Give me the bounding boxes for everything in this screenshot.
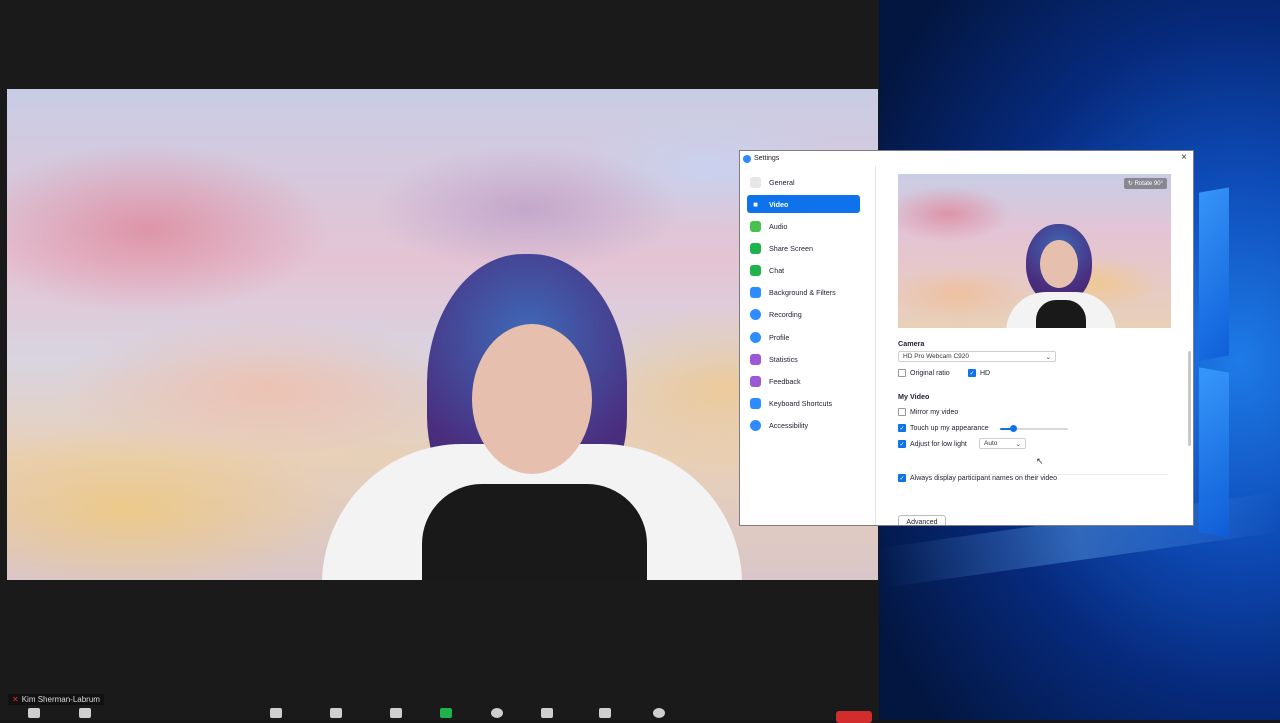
sidebar-item-label: Statistics (769, 354, 798, 364)
original-ratio-option[interactable]: Original ratio (898, 369, 950, 377)
touch-up-slider[interactable] (1000, 425, 1068, 432)
chat-icon[interactable] (390, 708, 402, 718)
sidebar-item-label: Background & Filters (769, 287, 836, 297)
sidebar-item-accessibility[interactable]: Accessibility (747, 416, 860, 434)
touch-up-label: Touch up my appearance (910, 424, 989, 432)
end-meeting-button[interactable] (836, 711, 872, 723)
participants-icon[interactable] (330, 708, 342, 718)
headphones-icon (750, 220, 761, 232)
sidebar-item-chat[interactable]: Chat (747, 261, 860, 279)
rotate-icon: ↻ (1127, 181, 1135, 187)
mouse-cursor-icon: ↖ (1036, 456, 1044, 466)
bar-stats-icon (750, 353, 761, 365)
my-video-heading: My Video (898, 392, 930, 401)
sidebar-item-statistics[interactable]: Statistics (747, 350, 860, 368)
reactions-icon[interactable] (653, 708, 665, 718)
sidebar-item-feedback[interactable]: Feedback (747, 372, 860, 390)
sidebar-item-label: Feedback (769, 376, 801, 386)
security-shield-icon[interactable] (270, 708, 282, 718)
sidebar-item-label: General (769, 177, 795, 187)
settings-sidebar: General ■ Video Audio Share Screen Chat … (740, 166, 876, 525)
video-settings-panel: ↻ Rotate 90° Camera HD Pro Webcam C920 ⌄… (876, 166, 1193, 525)
windows-logo-pane-lower (1199, 367, 1229, 538)
rotate-label: Rotate 90° (1134, 181, 1163, 187)
share-screen-icon (750, 242, 761, 254)
accessibility-icon (750, 419, 761, 431)
camera-preview: ↻ Rotate 90° (898, 174, 1171, 328)
preview-participant-face (1040, 240, 1078, 288)
sidebar-item-label: Recording (769, 309, 802, 319)
keyboard-icon (750, 397, 761, 409)
video-camera-icon: ■ (753, 199, 758, 209)
participant-face (472, 324, 592, 474)
close-button[interactable]: × (1181, 153, 1187, 163)
chevron-down-icon: ⌄ (1015, 440, 1021, 448)
sidebar-item-label: Audio (769, 221, 788, 231)
sidebar-item-label: Profile (769, 332, 790, 342)
hd-option[interactable]: ✓ HD (968, 369, 990, 377)
sidebar-item-recording[interactable]: Recording (747, 305, 860, 323)
original-ratio-checkbox[interactable] (898, 369, 906, 377)
settings-titlebar[interactable]: Settings (740, 151, 1193, 166)
chevron-down-icon: ⌄ (1045, 353, 1051, 361)
sidebar-item-background-filters[interactable]: Background & Filters (747, 283, 860, 301)
person-background-icon (750, 286, 761, 298)
preview-participant-top (1036, 300, 1086, 328)
camera-heading: Camera (898, 339, 925, 348)
mirror-label: Mirror my video (910, 408, 959, 416)
low-light-option[interactable]: ✓ Adjust for low light (898, 440, 967, 448)
participant-name-tag: ✕ Kim Sherman-Labrum (8, 694, 104, 705)
sidebar-item-label: Chat (769, 265, 785, 275)
video-camera-icon[interactable] (79, 708, 91, 718)
microphone-icon[interactable] (28, 708, 40, 718)
muted-mic-icon: ✕ (12, 695, 19, 704)
low-light-select-value: Auto (984, 440, 998, 447)
sidebar-item-video[interactable]: ■ Video (747, 195, 860, 213)
settings-title: Settings (754, 155, 780, 162)
sidebar-item-label: Video (769, 199, 789, 209)
gear-icon (750, 176, 761, 188)
mirror-option[interactable]: Mirror my video (898, 408, 958, 416)
apps-grid-icon[interactable] (599, 708, 611, 718)
record-icon[interactable] (491, 708, 503, 718)
sidebar-item-label: Share Screen (769, 243, 813, 253)
touch-up-checkbox[interactable]: ✓ (898, 424, 906, 432)
settings-dialog: Settings × General ■ Video Audio Share S… (739, 150, 1194, 526)
profile-icon (750, 331, 761, 343)
share-screen-icon[interactable] (440, 708, 452, 718)
touch-up-option[interactable]: ✓ Touch up my appearance (898, 424, 989, 432)
sidebar-item-keyboard-shortcuts[interactable]: Keyboard Shortcuts (747, 394, 860, 412)
participant-name: Kim Sherman-Labrum (21, 695, 100, 704)
zoom-app-icon (743, 154, 751, 163)
camera-select-value: HD Pro Webcam C920 (903, 353, 969, 360)
participant-names-label: Always display participant names on thei… (910, 474, 1058, 482)
sidebar-item-label: Accessibility (769, 420, 809, 430)
participant-top (422, 484, 647, 580)
participant-names-checkbox[interactable]: ✓ (898, 474, 906, 482)
hd-checkbox[interactable]: ✓ (968, 369, 976, 377)
sidebar-item-general[interactable]: General (747, 173, 860, 191)
camera-select[interactable]: HD Pro Webcam C920 ⌄ (898, 351, 1056, 362)
windows-logo-pane-upper (1199, 187, 1229, 361)
record-icon (750, 308, 761, 320)
mirror-checkbox[interactable] (898, 408, 906, 416)
rotate-button[interactable]: ↻ Rotate 90° (1123, 178, 1167, 189)
low-light-checkbox[interactable]: ✓ (898, 440, 906, 448)
settings-scrollbar[interactable] (1188, 351, 1191, 446)
smiley-feedback-icon (750, 375, 761, 387)
closed-caption-icon[interactable] (541, 708, 553, 718)
advanced-button[interactable]: Advanced (898, 515, 946, 525)
sidebar-item-profile[interactable]: Profile (747, 328, 860, 346)
participant-names-option[interactable]: ✓ Always display participant names on th… (898, 474, 1057, 482)
touch-up-slider-handle[interactable] (1010, 425, 1018, 432)
sidebar-item-label: Keyboard Shortcuts (769, 398, 833, 408)
chat-bubble-icon (750, 264, 761, 276)
original-ratio-label: Original ratio (910, 369, 950, 377)
sidebar-item-audio[interactable]: Audio (747, 217, 860, 235)
hd-label: HD (980, 369, 991, 377)
sidebar-item-share-screen[interactable]: Share Screen (747, 239, 860, 257)
low-light-label: Adjust for low light (910, 440, 967, 448)
low-light-select[interactable]: Auto ⌄ (979, 438, 1026, 449)
